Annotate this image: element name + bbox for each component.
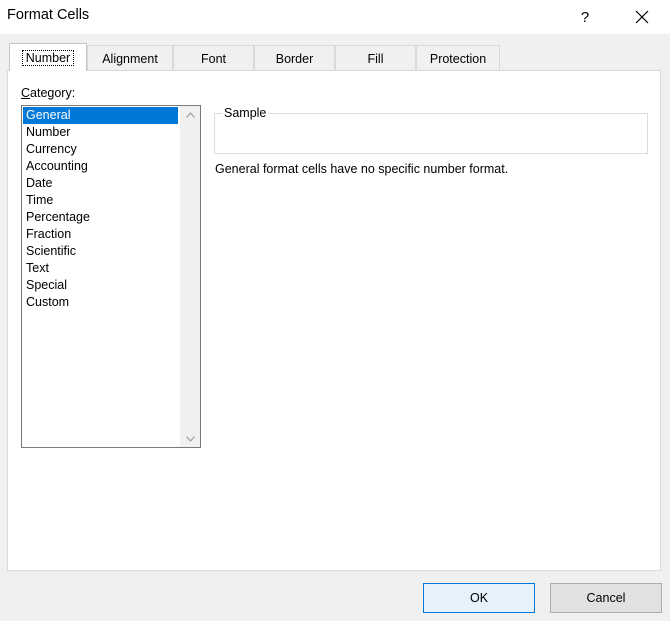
category-item-text[interactable]: Text (23, 260, 178, 277)
sample-label: Sample (222, 106, 269, 120)
category-list: General Number Currency Accounting Date Time P… (23, 107, 178, 311)
category-listbox[interactable]: General Number Currency Accounting Date Time P… (21, 105, 201, 448)
help-button[interactable]: ? (569, 0, 601, 34)
category-item-percentage[interactable]: Percentage (23, 209, 178, 226)
category-label: Category: (21, 86, 76, 100)
category-item-general[interactable]: General (23, 107, 178, 124)
category-item-date[interactable]: Date (23, 175, 178, 192)
chevron-up-icon (185, 111, 195, 118)
dialog-title: Format Cells (7, 7, 90, 23)
close-button[interactable] (624, 0, 660, 34)
tab-font[interactable]: Font (173, 45, 254, 71)
category-item-custom[interactable]: Custom (23, 294, 178, 311)
cancel-button[interactable]: Cancel (550, 583, 662, 613)
help-icon: ? (580, 8, 590, 26)
category-scrollbar[interactable] (180, 106, 200, 447)
close-icon (635, 10, 649, 24)
tab-number[interactable]: Number (9, 43, 87, 71)
category-item-time[interactable]: Time (23, 192, 178, 209)
category-item-accounting[interactable]: Accounting (23, 158, 178, 175)
chevron-down-icon (185, 435, 195, 442)
category-item-fraction[interactable]: Fraction (23, 226, 178, 243)
format-description: General format cells have no specific nu… (215, 162, 509, 176)
tab-alignment[interactable]: Alignment (87, 45, 173, 71)
title-bar: Format Cells ? (0, 0, 670, 34)
category-item-special[interactable]: Special (23, 277, 178, 294)
tab-alignment-label: Alignment (102, 51, 158, 66)
ok-button[interactable]: OK (423, 583, 535, 613)
tab-fill-label: Fill (367, 51, 384, 66)
number-tab-panel: Category: General Number Currency Accountin… (7, 70, 661, 571)
tab-protection-label: Protection (429, 51, 487, 66)
category-item-scientific[interactable]: Scientific (23, 243, 178, 260)
category-item-currency[interactable]: Currency (23, 141, 178, 158)
tab-border[interactable]: Border (254, 45, 335, 71)
category-item-number[interactable]: Number (23, 124, 178, 141)
tab-fill[interactable]: Fill (335, 45, 416, 71)
sample-group (214, 113, 648, 154)
tab-border-label: Border (275, 51, 314, 66)
scroll-down-button[interactable] (180, 430, 200, 447)
tab-protection[interactable]: Protection (416, 45, 500, 71)
tab-font-label: Font (200, 51, 226, 66)
tab-number-label: Number (21, 49, 75, 66)
scroll-up-button[interactable] (180, 106, 200, 123)
